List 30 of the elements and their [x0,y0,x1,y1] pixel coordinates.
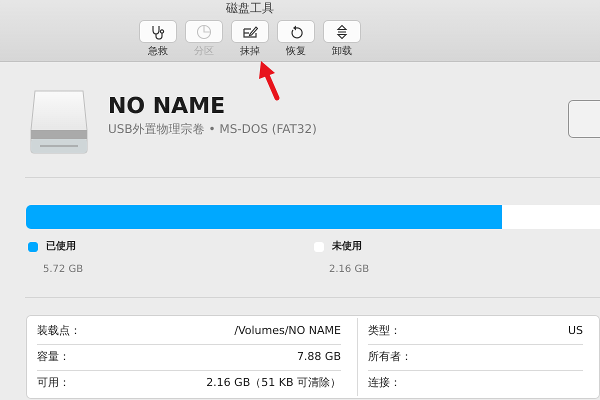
info-value: 2.16 GB（51 KB 可清除） [206,375,341,392]
pencil-icon [242,24,258,40]
toolbar-label: 抹掉 [240,45,260,58]
toolbar-label: 卸载 [332,45,352,58]
legend-value: 5.72 GB [43,263,84,277]
info-value: 7.88 GB [296,349,341,366]
info-value: /Volumes/NO NAME [234,322,341,339]
volume-name: NO NAME [108,94,226,120]
toolbar-button[interactable] [231,20,269,43]
legend-label: 未使用 [332,240,362,254]
toolbar-button[interactable] [277,20,315,43]
legend-label: 已使用 [46,240,76,254]
toolbar-button[interactable] [323,20,361,43]
toolbar-label: 急救 [148,45,168,58]
external-drive-icon [28,90,90,154]
info-label: 所有者： [368,349,412,366]
info-label: 连接： [368,375,401,392]
info-value: US [568,322,583,339]
stethoscope-icon [150,24,166,40]
toolbar-button[interactable] [139,20,177,43]
pie-chart-icon [196,24,212,40]
info-label: 容量： [37,349,70,366]
volume-description: USB外置物理宗卷 • MS-DOS (FAT32) [108,121,317,138]
info-label: 可用： [37,375,70,392]
eject-icon [334,24,350,40]
toolbar-label: 恢复 [286,45,306,58]
legend-value: 2.16 GB [329,263,370,277]
info-label: 类型： [368,322,401,339]
window-title: 磁盘工具 [226,0,274,16]
info-label: 装载点： [37,322,81,339]
